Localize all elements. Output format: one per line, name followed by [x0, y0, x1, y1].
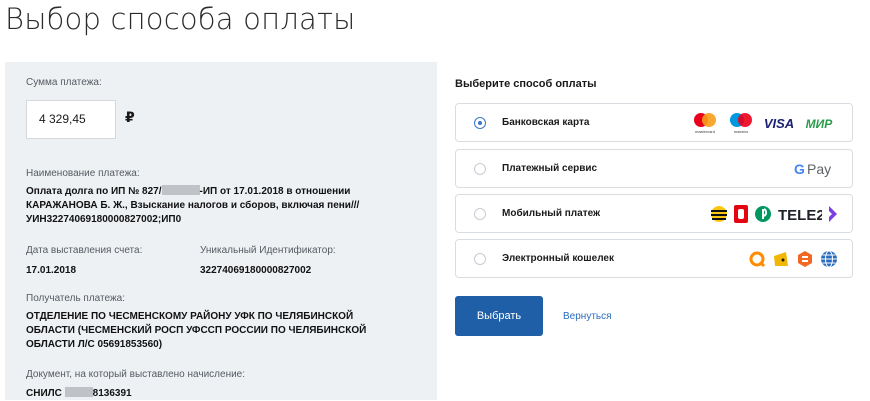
- amount-field[interactable]: 4 329,45: [26, 100, 116, 139]
- svg-text:G: G: [794, 161, 805, 177]
- radio-bank-card[interactable]: [474, 117, 486, 129]
- payment-name-value: Оплата долга по ИП № 827/-ИП от 17.01.20…: [26, 185, 360, 225]
- svg-text:VISA: VISA: [764, 116, 794, 131]
- svg-text:mastercard: mastercard: [695, 129, 715, 134]
- document-value: СНИЛС 8136391: [26, 387, 132, 399]
- beeline-icon: [711, 206, 727, 222]
- recipient-value: ОТДЕЛЕНИЕ ПО ЧЕСМЕНСКОМУ РАЙОНУ УФК ПО Ч…: [26, 311, 367, 350]
- radio-e-wallet[interactable]: [474, 253, 486, 265]
- method-label: Платежный сервис: [502, 163, 598, 174]
- issue-date-value: 17.01.2018: [26, 265, 77, 276]
- method-bank-card[interactable]: Банковская карта mastercard maestro VISA…: [455, 103, 853, 142]
- payment-details-panel: Сумма платежа: 4 329,45 ₽ Наименование п…: [5, 62, 437, 400]
- yota-icon: [829, 206, 837, 222]
- method-label: Мобильный платеж: [502, 208, 601, 219]
- svg-text:TELE2: TELE2: [778, 207, 822, 224]
- qiwi-icon: [749, 251, 766, 268]
- radio-mobile[interactable]: [474, 208, 486, 220]
- methods-title: Выберите способ оплаты: [455, 78, 597, 90]
- select-button[interactable]: Выбрать: [455, 296, 543, 336]
- payment-methods-panel: Выберите способ оплаты Банковская карта …: [437, 62, 870, 400]
- back-link[interactable]: Вернуться: [563, 311, 612, 322]
- maestro-icon: maestro: [730, 113, 752, 134]
- redacted-block: [161, 185, 200, 195]
- amount-label: Сумма платежа:: [26, 77, 102, 88]
- webmoney-orange-icon: [798, 251, 812, 267]
- radio-payment-service[interactable]: [474, 163, 486, 175]
- svg-text:maestro: maestro: [734, 129, 749, 134]
- document-label: Документ, на который выставлено начислен…: [26, 369, 246, 380]
- mts-icon: [734, 205, 748, 223]
- method-payment-service[interactable]: Платежный сервис G Pay: [455, 149, 853, 188]
- currency-ruble: ₽: [125, 109, 135, 125]
- megafon-icon: [755, 206, 771, 222]
- uid-value: 32274069180000827002: [200, 265, 312, 276]
- tele2-icon: TELE2: [778, 207, 822, 224]
- svg-text:Pay: Pay: [807, 161, 831, 177]
- webmoney-globe-icon: [821, 250, 837, 268]
- visa-icon: VISA: [764, 116, 794, 131]
- payment-name-label: Наименование платежа:: [26, 168, 140, 179]
- google-pay-icon: G Pay: [794, 161, 831, 177]
- yandex-money-icon: [774, 252, 788, 266]
- svg-text:МИР: МИР: [806, 117, 834, 131]
- mir-icon: МИР: [806, 117, 834, 131]
- recipient-label: Получатель платежа:: [26, 293, 125, 304]
- uid-label: Уникальный Идентификатор:: [200, 245, 336, 256]
- method-e-wallet[interactable]: Электронный кошелек: [455, 239, 853, 278]
- page-title: Выбор способа оплаты: [5, 2, 356, 36]
- method-label: Электронный кошелек: [502, 253, 614, 264]
- issue-date-label: Дата выставления счета:: [26, 245, 143, 256]
- mastercard-icon: mastercard: [694, 113, 716, 134]
- method-label: Банковская карта: [502, 117, 590, 128]
- method-mobile[interactable]: Мобильный платеж TELE2: [455, 194, 853, 233]
- redacted-block: [64, 387, 93, 397]
